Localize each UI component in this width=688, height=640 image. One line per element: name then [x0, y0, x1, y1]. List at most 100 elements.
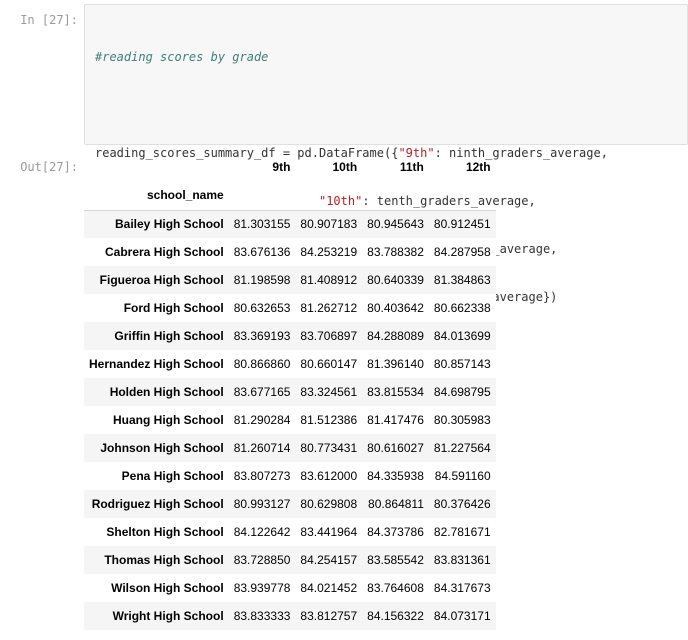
- table-cell-9th: 83.833333: [233, 609, 291, 623]
- table-cell-9th: 80.866860: [233, 357, 291, 371]
- table-row: Hernandez High School 80.866860 80.660147 8…: [84, 350, 496, 378]
- table-cell-11th: 83.764608: [367, 581, 424, 595]
- column-header-12th: 12th: [465, 160, 491, 174]
- table-cell-11th: 80.945643: [367, 217, 424, 232]
- row-index-school-name: Griffin High School: [114, 329, 224, 343]
- table-cell-10th: 83.441964: [300, 525, 358, 539]
- table-cell-12th: 80.376426: [433, 497, 491, 511]
- table-row: Bailey High School 81.303155 80.907183 80.9…: [84, 210, 496, 238]
- table-cell-12th: 84.287958: [433, 245, 491, 259]
- table-row: Wilson High School 83.939778 84.021452 83.7…: [84, 574, 496, 602]
- table-cell-9th: 83.807273: [233, 469, 291, 483]
- code-cell[interactable]: #reading scores by grade reading_scores_…: [84, 4, 688, 352]
- row-index-school-name: Huang High School: [113, 413, 224, 427]
- table-cell-11th: 83.585542: [367, 553, 424, 567]
- table-cell-10th: 80.660147: [300, 357, 358, 371]
- table-cell-11th: 83.815534: [367, 385, 424, 399]
- table-cell-12th: 81.384863: [433, 273, 491, 287]
- table-cell-10th: 81.408912: [300, 273, 358, 287]
- row-index-school-name: Holden High School: [109, 385, 224, 399]
- table-cell-11th: 80.616027: [367, 441, 424, 455]
- table-cell-9th: 81.290284: [233, 413, 291, 427]
- row-index-school-name: Thomas High School: [104, 553, 224, 567]
- row-index-school-name: Johnson High School: [100, 441, 224, 455]
- table-cell-9th: 81.198598: [233, 273, 291, 287]
- row-index-school-name: Hernandez High School: [89, 357, 224, 371]
- table-cell-10th: 83.706897: [300, 329, 358, 343]
- table-cell-10th: 84.254157: [300, 553, 358, 567]
- table-cell-9th: 83.728850: [233, 553, 291, 567]
- code-comment: #reading scores by grade: [95, 50, 269, 64]
- table-cell-12th: 82.781671: [433, 525, 491, 539]
- blank-header-cell: [84, 150, 229, 180]
- table-cell-11th: 80.864811: [368, 497, 424, 511]
- row-index-school-name: Shelton High School: [106, 525, 224, 539]
- table-cell-10th: 81.512386: [300, 413, 358, 427]
- table-cell-9th: 80.632653: [233, 301, 291, 315]
- table-cell-9th: 84.122642: [233, 525, 291, 539]
- index-name-header: school_name: [84, 180, 229, 211]
- row-index-school-name: Bailey High School: [115, 217, 224, 232]
- table-row: Figueroa High School 81.198598 81.408912 80…: [84, 266, 496, 294]
- table-cell-9th: 83.939778: [233, 581, 291, 595]
- table-cell-11th: 83.788382: [367, 245, 424, 259]
- column-header-row: 9th 10th 11th 12th: [84, 150, 496, 180]
- table-cell-10th: 80.907183: [300, 217, 358, 232]
- column-header-10th: 10th: [332, 160, 358, 174]
- row-index-school-name: Wright High School: [112, 609, 224, 623]
- table-row: Thomas High School 83.728850 84.254157 83.5…: [84, 546, 496, 574]
- table-cell-12th: 80.662338: [433, 301, 491, 315]
- row-index-school-name: Figueroa High School: [99, 273, 224, 287]
- table-cell-11th: 84.288089: [367, 329, 424, 343]
- table-cell-12th: 84.591160: [434, 469, 491, 483]
- table-cell-10th: 83.324561: [300, 385, 358, 399]
- table-cell-12th: 80.912451: [433, 217, 491, 232]
- table-row: Pena High School 83.807273 83.612000 84.335…: [84, 462, 496, 490]
- table-cell-12th: 81.227564: [433, 441, 491, 455]
- table-row: Johnson High School 81.260714 80.773431 80.…: [84, 434, 496, 462]
- output-prompt: Out[27]:: [20, 160, 78, 174]
- row-index-school-name: Rodriguez High School: [91, 497, 224, 511]
- table-row: Holden High School 83.677165 83.324561 83.8…: [84, 378, 496, 406]
- table-cell-9th: 83.676136: [233, 245, 291, 259]
- table-row: Wright High School 83.833333 83.812757 84.1…: [84, 602, 496, 630]
- table-cell-11th: 80.640339: [367, 273, 424, 287]
- table-cell-11th: 84.335938: [367, 469, 424, 483]
- table-cell-12th: 84.698795: [433, 385, 491, 399]
- table-cell-10th: 80.773431: [300, 441, 358, 455]
- table-row: Rodriguez High School 80.993127 80.629808 8…: [84, 490, 496, 518]
- table-cell-10th: 84.253219: [300, 245, 358, 259]
- table-cell-10th: 84.021452: [300, 581, 358, 595]
- table-cell-11th: 84.373786: [367, 525, 424, 539]
- table-cell-12th: 84.317673: [433, 581, 491, 595]
- table-cell-12th: 80.305983: [433, 413, 491, 427]
- table-row: Griffin High School 83.369193 83.706897 84.…: [84, 322, 496, 350]
- table-cell-10th: 80.629808: [300, 497, 358, 511]
- code-comment-line: #reading scores by grade: [95, 49, 608, 65]
- table-cell-11th: 84.156322: [367, 609, 424, 623]
- row-index-school-name: Pena High School: [121, 469, 224, 483]
- table-cell-10th: 81.262712: [300, 301, 358, 315]
- output-area: 9th 10th 11th 12th school_name Bailey Hi…: [84, 150, 496, 630]
- table-cell-12th: 80.857143: [433, 357, 491, 371]
- table-cell-12th: 84.013699: [433, 329, 491, 343]
- input-prompt: In [27]:: [20, 13, 78, 27]
- table-cell-9th: 83.677165: [233, 385, 291, 399]
- table-cell-9th: 80.993127: [233, 497, 291, 511]
- table-cell-10th: 83.612000: [300, 469, 358, 483]
- table-cell-11th: 81.396140: [367, 357, 424, 371]
- column-header-9th: 9th: [272, 160, 291, 174]
- table-cell-9th: 83.369193: [233, 329, 291, 343]
- column-header-11th: 11th: [399, 160, 424, 174]
- dataframe-table: 9th 10th 11th 12th school_name Bailey Hi…: [84, 150, 496, 630]
- table-cell-9th: 81.260714: [233, 441, 291, 455]
- table-row: Cabrera High School 83.676136 84.253219 83.…: [84, 238, 496, 266]
- table-cell-11th: 80.403642: [367, 301, 424, 315]
- table-cell-10th: 83.812757: [300, 609, 358, 623]
- table-cell-12th: 84.073171: [433, 609, 491, 623]
- table-row: Huang High School 81.290284 81.512386 81.41…: [84, 406, 496, 434]
- table-row: Ford High School 80.632653 81.262712 80.403…: [84, 294, 496, 322]
- index-name-row: school_name: [84, 180, 496, 211]
- table-row: Shelton High School 84.122642 83.441964 84.…: [84, 518, 496, 546]
- table-cell-9th: 81.303155: [233, 217, 291, 232]
